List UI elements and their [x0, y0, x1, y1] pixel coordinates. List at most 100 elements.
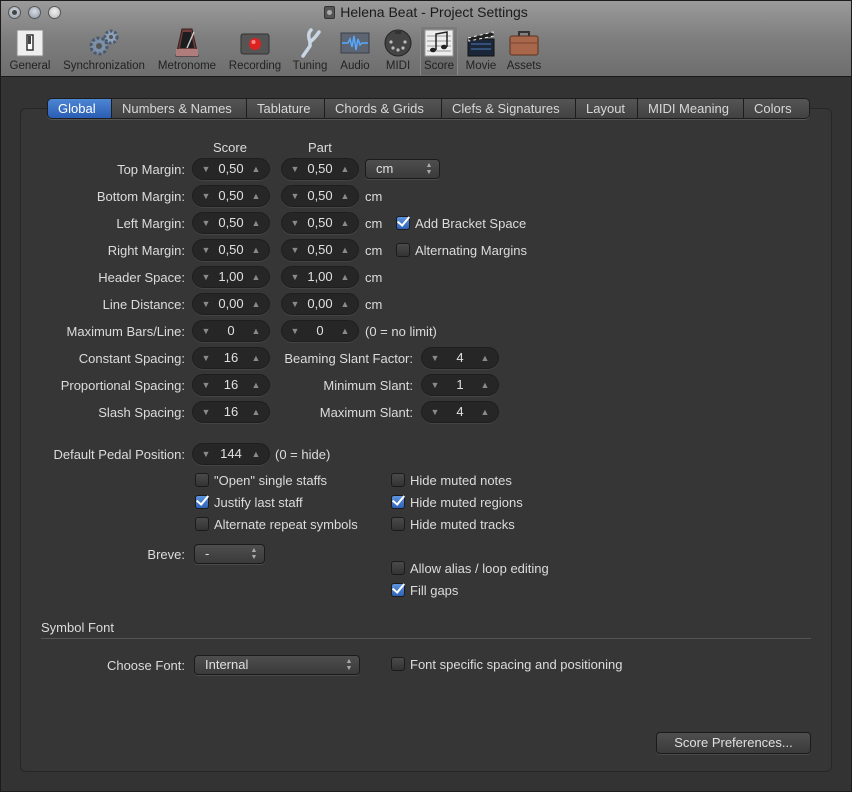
increment-icon[interactable]: ▲ — [247, 321, 265, 341]
line-distance-part-stepper[interactable]: ▼ 0,00 ▲ — [281, 293, 359, 315]
stepper-value[interactable]: 16 — [213, 375, 249, 395]
font-specific-spacing-checkbox[interactable] — [391, 657, 405, 671]
toolbar-general[interactable]: General — [7, 27, 53, 75]
unit-popup[interactable]: cm ▲ ▼ — [365, 159, 440, 179]
stepper-value[interactable]: 0 — [213, 321, 249, 341]
tab-midi-meaning[interactable]: MIDI Meaning — [638, 99, 744, 118]
stepper-value[interactable]: 0,00 — [213, 294, 249, 314]
increment-icon[interactable]: ▲ — [336, 294, 354, 314]
increment-icon[interactable]: ▲ — [247, 240, 265, 260]
maximum-bars-line-part-stepper[interactable]: ▼ 0 ▲ — [281, 320, 359, 342]
justify-last-staff-checkbox[interactable] — [195, 495, 209, 509]
stepper-value[interactable]: 144 — [213, 444, 249, 464]
increment-icon[interactable]: ▲ — [247, 444, 265, 464]
stepper-value[interactable]: 0 — [302, 321, 338, 341]
increment-icon[interactable]: ▲ — [247, 159, 265, 179]
header-space-part-stepper[interactable]: ▼ 1,00 ▲ — [281, 266, 359, 288]
breve-popup[interactable]: - ▲ ▼ — [194, 544, 265, 564]
toolbar-metronome[interactable]: Metronome — [155, 27, 219, 75]
alternate-repeat-symbols-checkbox[interactable] — [195, 517, 209, 531]
increment-icon[interactable]: ▲ — [336, 186, 354, 206]
line-distance-score-stepper[interactable]: ▼ 0,00 ▲ — [192, 293, 270, 315]
toolbar-score[interactable]: Score — [420, 27, 458, 75]
add-bracket-space-label: Add Bracket Space — [415, 216, 527, 231]
stepper-value[interactable]: 16 — [213, 348, 249, 368]
stepper-value[interactable]: 0,50 — [302, 159, 338, 179]
increment-icon[interactable]: ▲ — [336, 321, 354, 341]
top-margin-part-stepper[interactable]: ▼ 0,50 ▲ — [281, 158, 359, 180]
stepper-value[interactable]: 1,00 — [302, 267, 338, 287]
increment-icon[interactable]: ▲ — [247, 348, 265, 368]
increment-icon[interactable]: ▲ — [476, 348, 494, 368]
increment-icon[interactable]: ▲ — [336, 267, 354, 287]
toolbar-recording[interactable]: Recording — [226, 27, 284, 75]
slash-spacing-label: Slash Spacing: — [98, 405, 185, 420]
tab-tablature[interactable]: Tablature — [247, 99, 325, 118]
increment-icon[interactable]: ▲ — [247, 186, 265, 206]
stepper-value[interactable]: 0,50 — [302, 213, 338, 233]
stepper-value[interactable]: 1 — [442, 375, 478, 395]
header-space-score-stepper[interactable]: ▼ 1,00 ▲ — [192, 266, 270, 288]
stepper-value[interactable]: 0,50 — [213, 159, 249, 179]
toolbar-midi[interactable]: MIDI — [380, 27, 416, 75]
increment-icon[interactable]: ▲ — [247, 375, 265, 395]
proportional-spacing-stepper[interactable]: ▼ 16 ▲ — [192, 374, 270, 396]
stepper-value[interactable]: 0,50 — [213, 240, 249, 260]
stepper-value[interactable]: 4 — [442, 402, 478, 422]
stepper-value[interactable]: 0,50 — [302, 186, 338, 206]
top-margin-score-stepper[interactable]: ▼ 0,50 ▲ — [192, 158, 270, 180]
slash-spacing-stepper[interactable]: ▼ 16 ▲ — [192, 401, 270, 423]
open-single-staffs-checkbox[interactable] — [195, 473, 209, 487]
alternating-margins-checkbox[interactable] — [396, 243, 410, 257]
allow-alias-loop-editing-checkbox[interactable] — [391, 561, 405, 575]
increment-icon[interactable]: ▲ — [247, 402, 265, 422]
increment-icon[interactable]: ▲ — [247, 267, 265, 287]
maximum-bars-line-score-stepper[interactable]: ▼ 0 ▲ — [192, 320, 270, 342]
toolbar-assets[interactable]: Assets — [504, 27, 544, 75]
choose-font-popup[interactable]: Internal ▲ ▼ — [194, 655, 360, 675]
tab-colors[interactable]: Colors — [744, 99, 809, 118]
fill-gaps-checkbox[interactable] — [391, 583, 405, 597]
right-margin-score-stepper[interactable]: ▼ 0,50 ▲ — [192, 239, 270, 261]
tab-global[interactable]: Global — [48, 99, 112, 118]
score-preferences-button[interactable]: Score Preferences... — [656, 732, 811, 754]
bottom-margin-score-stepper[interactable]: ▼ 0,50 ▲ — [192, 185, 270, 207]
tab-numbers-names[interactable]: Numbers & Names — [112, 99, 247, 118]
stepper-value[interactable]: 1,00 — [213, 267, 249, 287]
stepper-value[interactable]: 0,50 — [213, 213, 249, 233]
toolbar-synchronization[interactable]: Synchronization — [59, 27, 149, 75]
increment-icon[interactable]: ▲ — [476, 375, 494, 395]
toolbar-audio[interactable]: Audio — [336, 27, 374, 75]
default-pedal-position-stepper[interactable]: ▼ 144 ▲ — [192, 443, 270, 465]
increment-icon[interactable]: ▲ — [247, 294, 265, 314]
increment-icon[interactable]: ▲ — [336, 213, 354, 233]
clapperboard-icon — [467, 31, 495, 57]
minimum-slant-stepper[interactable]: ▼ 1 ▲ — [421, 374, 499, 396]
tab-layout[interactable]: Layout — [576, 99, 638, 118]
toolbar-movie[interactable]: Movie — [462, 27, 500, 75]
maximum-slant-stepper[interactable]: ▼ 4 ▲ — [421, 401, 499, 423]
bottom-margin-label: Bottom Margin: — [96, 189, 185, 204]
stepper-value[interactable]: 0,00 — [302, 294, 338, 314]
tab-clefs-signatures[interactable]: Clefs & Signatures — [442, 99, 576, 118]
stepper-value[interactable]: 16 — [213, 402, 249, 422]
toolbar-tuning[interactable]: Tuning — [289, 27, 331, 75]
increment-icon[interactable]: ▲ — [476, 402, 494, 422]
beaming-slant-factor-stepper[interactable]: ▼ 4 ▲ — [421, 347, 499, 369]
bottom-margin-part-stepper[interactable]: ▼ 0,50 ▲ — [281, 185, 359, 207]
hide-muted-tracks-checkbox[interactable] — [391, 517, 405, 531]
tab-chords-grids[interactable]: Chords & Grids — [325, 99, 442, 118]
stepper-value[interactable]: 0,50 — [213, 186, 249, 206]
increment-icon[interactable]: ▲ — [336, 240, 354, 260]
increment-icon[interactable]: ▲ — [336, 159, 354, 179]
left-margin-part-stepper[interactable]: ▼ 0,50 ▲ — [281, 212, 359, 234]
hide-muted-notes-checkbox[interactable] — [391, 473, 405, 487]
stepper-value[interactable]: 0,50 — [302, 240, 338, 260]
constant-spacing-stepper[interactable]: ▼ 16 ▲ — [192, 347, 270, 369]
add-bracket-space-checkbox[interactable] — [396, 216, 410, 230]
stepper-value[interactable]: 4 — [442, 348, 478, 368]
left-margin-score-stepper[interactable]: ▼ 0,50 ▲ — [192, 212, 270, 234]
hide-muted-regions-checkbox[interactable] — [391, 495, 405, 509]
increment-icon[interactable]: ▲ — [247, 213, 265, 233]
right-margin-part-stepper[interactable]: ▼ 0,50 ▲ — [281, 239, 359, 261]
